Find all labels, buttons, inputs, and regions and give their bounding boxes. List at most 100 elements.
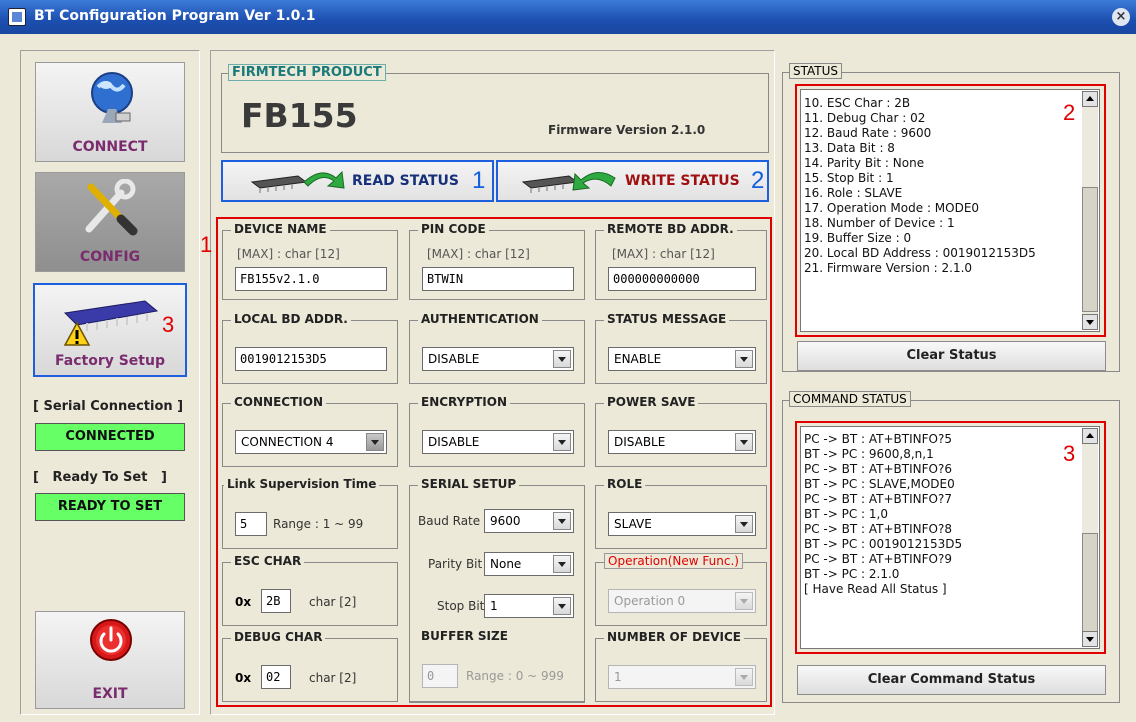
config-label: CONFIG [79, 249, 141, 265]
scroll-thumb[interactable] [1082, 187, 1098, 312]
status-message-value: ENABLE [614, 352, 662, 366]
chevron-down-icon[interactable] [553, 433, 571, 451]
status-line: 12. Baud Rate : 9600 [804, 126, 932, 140]
device-name-input[interactable]: FB155v2.1.0 [235, 267, 387, 291]
chevron-down-icon[interactable] [735, 515, 753, 533]
status-message-select[interactable]: ENABLE [608, 347, 756, 371]
write-status-label: WRITE STATUS [625, 173, 740, 189]
connect-label: CONNECT [72, 139, 148, 155]
serial-connection-status: CONNECTED [35, 423, 185, 451]
write-status-button[interactable]: WRITE STATUS 2 [496, 160, 769, 202]
scroll-down-icon[interactable] [1082, 631, 1098, 647]
command-line: BT -> PC : 1,0 [804, 507, 888, 521]
clear-status-button[interactable]: Clear Status [797, 341, 1106, 371]
config-button[interactable]: CONFIG [35, 172, 185, 272]
esc-char-input[interactable]: 2B [261, 589, 291, 613]
status-line: 11. Debug Char : 02 [804, 111, 926, 125]
connection-group: CONNECTION CONNECTION 4 [222, 395, 398, 467]
command-scrollbar[interactable] [1082, 428, 1098, 647]
role-select[interactable]: SLAVE [608, 512, 756, 536]
link-supervision-group: Link Supervision Time 5 Range : 1 ~ 99 [222, 477, 398, 549]
debug-char-title: DEBUG CHAR [231, 630, 326, 644]
chevron-down-icon[interactable] [553, 350, 571, 368]
stop-bit-select[interactable]: 1 [484, 594, 574, 618]
scroll-up-icon[interactable] [1082, 91, 1098, 107]
link-supervision-title: Link Supervision Time [224, 477, 380, 491]
role-value: SLAVE [614, 517, 652, 531]
status-message-group: STATUS MESSAGE ENABLE [595, 312, 767, 384]
title-bar: BT Configuration Program Ver 1.0.1 × [0, 0, 1136, 34]
power-save-value: DISABLE [614, 435, 666, 449]
debug-char-input[interactable]: 02 [261, 665, 291, 689]
local-bd-title: LOCAL BD ADDR. [231, 312, 351, 326]
chip-arrow-icon [250, 170, 345, 193]
baud-rate-value: 9600 [490, 514, 521, 528]
status-lines: 10. ESC Char : 2B 11. Debug Char : 02 12… [804, 96, 1079, 276]
link-supervision-input[interactable]: 5 [235, 512, 267, 536]
pin-code-title: PIN CODE [418, 222, 489, 236]
read-status-button[interactable]: READ STATUS 1 [221, 160, 494, 202]
chevron-down-icon[interactable] [366, 433, 384, 451]
buffer-size-title: BUFFER SIZE [418, 629, 511, 643]
status-line: 15. Stop Bit : 1 [804, 171, 894, 185]
app-icon [8, 8, 26, 26]
authentication-value: DISABLE [428, 352, 480, 366]
encryption-value: DISABLE [428, 435, 480, 449]
connection-select[interactable]: CONNECTION 4 [235, 430, 387, 454]
status-line: 14. Parity Bit : None [804, 156, 925, 170]
read-status-label: READ STATUS [352, 173, 459, 189]
command-status-title: COMMAND STATUS [789, 391, 911, 407]
esc-char-title: ESC CHAR [231, 554, 305, 568]
device-name-title: DEVICE NAME [231, 222, 330, 236]
status-scrollbar[interactable] [1082, 91, 1098, 330]
encryption-select[interactable]: DISABLE [422, 430, 574, 454]
chevron-down-icon[interactable] [553, 597, 571, 615]
status-list[interactable]: 10. ESC Char : 2B 11. Debug Char : 02 12… [800, 89, 1100, 332]
window-title: BT Configuration Program Ver 1.0.1 [34, 8, 316, 24]
status-line: 13. Data Bit : 8 [804, 141, 895, 155]
parity-bit-label: Parity Bit [428, 557, 483, 571]
chevron-down-icon[interactable] [553, 512, 571, 530]
command-status-list[interactable]: PC -> BT : AT+BTINFO?5 BT -> PC : 9600,8… [800, 426, 1100, 649]
local-bd-input[interactable]: 0019012153D5 [235, 347, 387, 371]
stop-bit-value: 1 [490, 599, 498, 613]
esc-char-prefix: 0x [235, 595, 252, 609]
scroll-down-icon[interactable] [1082, 314, 1098, 330]
annotation-3-left: 3 [162, 312, 175, 337]
buffer-size-range: Range : 0 ~ 999 [466, 669, 564, 683]
pin-code-input[interactable]: BTWIN [422, 267, 574, 291]
connect-button[interactable]: CONNECT [35, 62, 185, 162]
chip-arrow-back-icon [521, 172, 616, 193]
local-bd-group: LOCAL BD ADDR. 0019012153D5 [222, 312, 398, 384]
annotation-1-read: 1 [472, 167, 486, 194]
model-name: FB155 [241, 96, 358, 135]
remote-bd-input[interactable]: 000000000000 [608, 267, 756, 291]
status-line: 10. ESC Char : 2B [804, 96, 911, 110]
power-save-select[interactable]: DISABLE [608, 430, 756, 454]
pin-code-group: PIN CODE [MAX] : char [12] BTWIN [409, 222, 585, 300]
baud-rate-select[interactable]: 9600 [484, 509, 574, 533]
parity-bit-select[interactable]: None [484, 552, 574, 576]
exit-button[interactable]: EXIT [35, 611, 185, 709]
remote-bd-title: REMOTE BD ADDR. [604, 222, 737, 236]
chevron-down-icon[interactable] [735, 350, 753, 368]
operation-value: Operation 0 [614, 594, 686, 608]
role-title: ROLE [604, 477, 646, 491]
firmware-version: Firmware Version 2.1.0 [548, 123, 706, 137]
remote-bd-max: [MAX] : char [12] [612, 247, 715, 261]
chevron-down-icon[interactable] [735, 433, 753, 451]
status-line: 18. Number of Device : 1 [804, 216, 955, 230]
scroll-up-icon[interactable] [1082, 428, 1098, 444]
status-title: STATUS [789, 63, 843, 79]
scroll-thumb[interactable] [1082, 533, 1098, 633]
annotation-2-status: 2 [1063, 100, 1076, 125]
debug-char-suffix: char [2] [309, 671, 357, 685]
clear-command-status-button[interactable]: Clear Command Status [797, 665, 1106, 695]
debug-char-group: DEBUG CHAR 0x 02 char [2] [222, 630, 398, 702]
authentication-select[interactable]: DISABLE [422, 347, 574, 371]
command-line: PC -> BT : AT+BTINFO?7 [804, 492, 952, 506]
chevron-down-icon[interactable] [553, 555, 571, 573]
close-button[interactable]: × [1112, 8, 1130, 26]
ready-to-set-status: READY TO SET [35, 493, 185, 521]
command-line: BT -> PC : SLAVE,MODE0 [804, 477, 955, 491]
